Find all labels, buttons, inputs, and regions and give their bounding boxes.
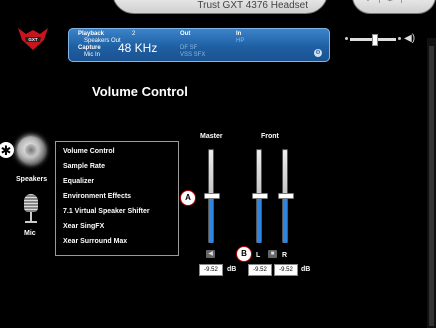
right-slider-fill (283, 196, 287, 243)
menu-item-environment-effects[interactable]: Environment Effects (63, 193, 131, 200)
svg-text:GXT: GXT (28, 37, 38, 42)
annotation-star: ✱ (0, 142, 14, 158)
settings-button[interactable]: ⚙ (383, 0, 397, 5)
info-button[interactable]: i (361, 0, 375, 5)
microphone-base (25, 221, 37, 223)
page-title: Volume Control (92, 84, 188, 99)
close-button[interactable]: ✕ (419, 0, 433, 5)
window-controls: i ⚙ — ✕ (352, 0, 436, 14)
front-mute-icon[interactable]: ■ (268, 250, 277, 258)
master-slider-thumb[interactable] (204, 193, 220, 199)
left-slider-fill (257, 196, 261, 243)
window-title: Trust GXT 4376 Headset (197, 0, 308, 11)
speaker-volume-icon[interactable]: ◀) (404, 33, 415, 44)
master-channel-label: Master (200, 133, 223, 140)
playback-channels: 2 (132, 31, 136, 37)
mic-label[interactable]: Mic (24, 230, 36, 237)
out-effects: DF SF (180, 45, 198, 51)
right-db-value[interactable]: -9.52 (274, 264, 298, 276)
out-label: Out (180, 31, 191, 37)
scrollbar-thumb[interactable] (429, 46, 434, 326)
in-effect: HP (236, 38, 245, 44)
divider (379, 0, 380, 3)
left-db-value[interactable]: -9.52 (248, 264, 272, 276)
slider-min-dot (345, 37, 348, 40)
app-window: Trust GXT 4376 Headset i ⚙ — ✕ GXT Playb… (0, 0, 436, 328)
capture-label: Capture (78, 45, 101, 51)
master-mute-icon[interactable]: ◀ (206, 250, 215, 258)
left-channel-label: L (256, 252, 261, 259)
speaker-icon[interactable] (17, 136, 45, 164)
divider (401, 0, 402, 3)
left-slider-thumb[interactable] (252, 193, 268, 199)
right-channel-label: R (282, 252, 288, 259)
in-label: In (236, 31, 242, 37)
menu-item-virtual-speaker-shifter[interactable]: 7.1 Virtual Speaker Shifter (63, 208, 150, 215)
front-channel-label: Front (261, 133, 279, 140)
annotation-b: B (236, 246, 252, 262)
right-slider-thumb[interactable] (278, 193, 294, 199)
microphone-icon[interactable] (24, 194, 38, 212)
menu-item-surround-max[interactable]: Xear Surround Max (63, 238, 127, 245)
capture-device: Mic In (84, 52, 101, 58)
gear-icon[interactable]: ⚙ (314, 49, 322, 57)
front-db-unit: dB (301, 266, 311, 273)
playback-label: Playback (78, 31, 105, 37)
menu-item-singfx[interactable]: Xear SingFX (63, 223, 104, 230)
gxt-logo: GXT (18, 28, 48, 50)
minimize-button[interactable]: — (403, 0, 417, 5)
menu-item-volume-control[interactable]: Volume Control (63, 148, 115, 155)
playback-device: Speakers Out (84, 38, 121, 44)
master-slider-fill (209, 196, 213, 243)
out-effects-2: VSS SFX (180, 52, 206, 58)
speakers-label[interactable]: Speakers (16, 176, 47, 183)
sample-rate-value: 48 KHz (118, 41, 158, 55)
slider-max-dot (398, 37, 401, 40)
master-db-value[interactable]: -9.52 (199, 264, 223, 276)
menu-item-equalizer[interactable]: Equalizer (63, 178, 94, 185)
master-volume-thumb[interactable] (372, 34, 378, 46)
annotation-a: A (180, 190, 196, 206)
feature-menu: Volume Control Sample Rate Equalizer Env… (55, 141, 179, 256)
menu-item-sample-rate[interactable]: Sample Rate (63, 163, 105, 170)
status-panel: Playback 2 Speakers Out Capture Mic In 4… (68, 28, 330, 62)
master-db-unit: dB (227, 266, 237, 273)
